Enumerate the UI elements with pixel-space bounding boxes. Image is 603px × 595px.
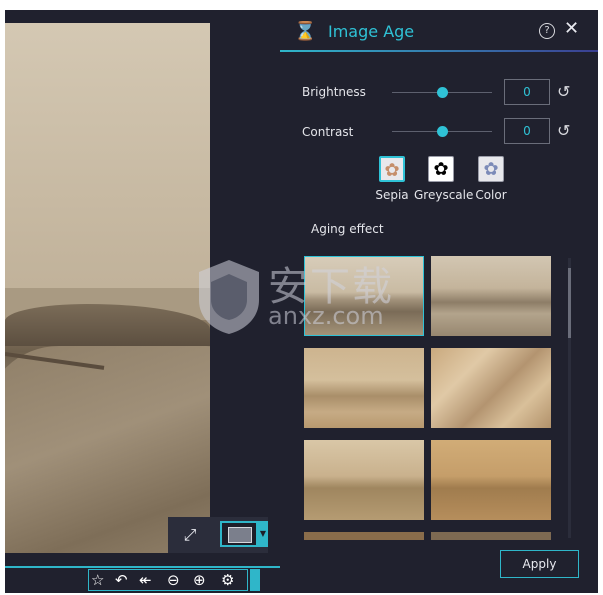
brightness-slider-thumb[interactable]	[436, 87, 448, 98]
contrast-reset-icon[interactable]: ↺	[557, 121, 575, 141]
horizontal-scrollbar[interactable]	[5, 566, 280, 568]
aging-thumbnail-old-paper[interactable]	[431, 440, 551, 520]
watermark-shield-icon	[199, 260, 259, 334]
aging-thumbnail-partial[interactable]	[304, 532, 424, 540]
bottom-toolbar: ☆ ↶ ↞ ⊖ ⊕ ⚙	[88, 569, 248, 591]
color-gear-icon: ✿	[478, 156, 504, 182]
contrast-slider-thumb[interactable]	[436, 126, 448, 137]
mode-label: Color	[475, 188, 507, 202]
hourglass-icon: ⌛	[294, 21, 317, 42]
sepia-gear-icon: ✿	[379, 156, 405, 182]
brightness-reset-icon[interactable]: ↺	[557, 82, 575, 102]
aging-thumbnail-faded[interactable]	[304, 440, 424, 520]
aging-thumbnail-stained[interactable]	[304, 348, 424, 428]
mode-label: Sepia	[375, 188, 409, 202]
brightness-label: Brightness	[302, 85, 366, 99]
preview-toggle-button[interactable]	[220, 521, 258, 547]
mode-greyscale[interactable]: ✿ Greyscale	[414, 156, 474, 202]
contrast-input[interactable]: 0	[504, 118, 550, 144]
close-icon[interactable]: ✕	[564, 19, 580, 39]
view-controls: ⤢ ▼	[168, 517, 268, 553]
vertical-scrollbar-thumb[interactable]	[568, 268, 571, 338]
mode-label: Greyscale	[414, 188, 474, 202]
photo-preview	[5, 23, 210, 553]
greyscale-gear-icon: ✿	[428, 156, 454, 182]
app-window: ⤢ ▼ ☆ ↶ ↞ ⊖ ⊕ ⚙ ⌛ Image Age ? ✕ Brightne…	[0, 0, 603, 595]
contrast-label: Contrast	[302, 125, 354, 139]
aging-thumbnail-partial[interactable]	[431, 532, 551, 540]
brightness-input[interactable]: 0	[504, 79, 550, 105]
star-icon[interactable]: ☆	[91, 571, 104, 589]
help-icon[interactable]: ?	[539, 23, 555, 39]
aging-effect-label: Aging effect	[311, 222, 384, 236]
chevron-down-icon[interactable]: ▼	[258, 521, 268, 547]
settings-icon[interactable]: ⚙	[221, 571, 234, 589]
mode-color[interactable]: ✿ Color	[473, 156, 509, 202]
title-divider	[280, 50, 598, 52]
mode-sepia[interactable]: ✿ Sepia	[374, 156, 410, 202]
watermark-subtext: anxz.com	[268, 302, 384, 330]
undo-icon[interactable]: ↶	[115, 571, 128, 589]
undo-all-icon[interactable]: ↞	[139, 571, 152, 589]
toolbar-accent	[250, 569, 260, 591]
zoom-in-icon[interactable]: ⊕	[193, 571, 206, 589]
aging-thumbnail-creased[interactable]	[431, 348, 551, 428]
panel-title: Image Age	[328, 22, 415, 41]
zoom-out-icon[interactable]: ⊖	[167, 571, 180, 589]
apply-button[interactable]: Apply	[500, 550, 579, 578]
fullscreen-icon[interactable]: ⤢	[178, 524, 202, 546]
aging-thumbnail-worn[interactable]	[431, 256, 551, 336]
